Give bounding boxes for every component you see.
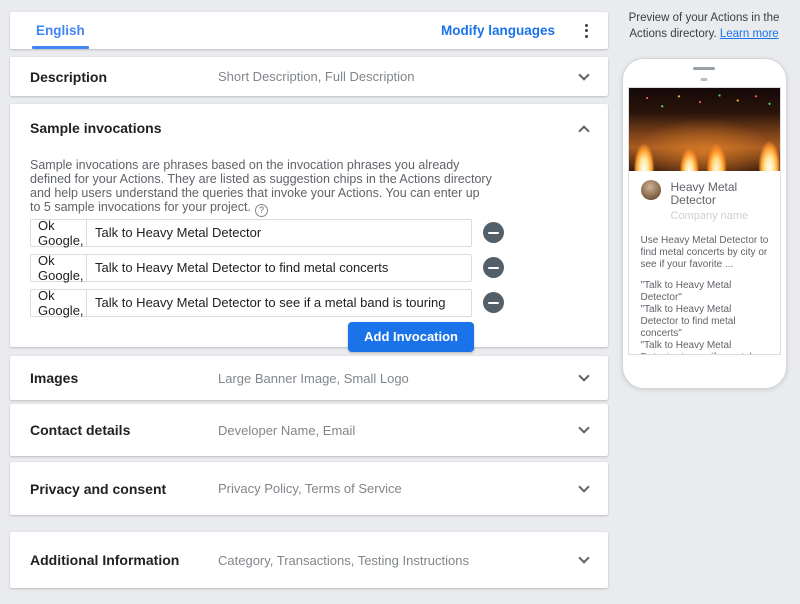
section-row-privacy-and-consent[interactable]: Privacy and consent Privacy Policy, Term… [10,462,608,515]
phone-camera-icon [700,78,708,81]
sample-invocations-header[interactable]: Sample invocations [30,119,590,137]
section-title: Privacy and consent [30,480,167,497]
modify-languages-link[interactable]: Modify languages [441,23,555,38]
ok-google-prefix: Ok Google, [30,218,87,248]
chevron-down-icon[interactable] [578,422,590,434]
chevron-down-icon[interactable] [578,370,590,382]
remove-invocation-button[interactable] [483,292,504,313]
add-invocation-row: Add Invocation [30,321,474,352]
chevron-down-icon[interactable] [578,552,590,564]
invocation-row: Ok Google, [30,288,588,318]
invocation-input-2[interactable] [87,253,472,282]
invocation-input-1[interactable] [87,218,472,247]
page: English Modify languages Description Sho… [0,0,800,588]
language-tabbar: English Modify languages [10,12,608,49]
company-name-placeholder: Company name [670,210,749,222]
sample-invocation-quotes: "Talk to Heavy Metal Detector" "Talk to … [640,280,770,354]
preview-panel: Preview of your Actions in the Actions d… [608,0,800,588]
quote-line: "Talk to Heavy Metal Detector to see if … [640,340,752,354]
section-row-contact-details[interactable]: Contact details Developer Name, Email [10,404,608,456]
main-column: English Modify languages Description Sho… [10,12,608,588]
quote-line: "Talk to Heavy Metal Detector to find me… [640,304,736,339]
quote-line: "Talk to Heavy Metal Detector" [640,280,732,303]
add-invocation-button[interactable]: Add Invocation [348,321,474,352]
section-subtitle: Category, Transactions, Testing Instruct… [218,552,469,568]
section-subtitle: Privacy Policy, Terms of Service [218,481,402,496]
section-row-images[interactable]: Images Large Banner Image, Small Logo [10,356,608,400]
ok-google-prefix: Ok Google, [30,288,87,318]
tab-english[interactable]: English [32,12,89,49]
section-subtitle: Short Description, Full Description [218,69,415,84]
remove-invocation-button[interactable] [483,222,504,243]
invocation-input-3[interactable] [87,288,472,317]
more-options-kebab-icon[interactable] [579,20,594,42]
phone-screen: Heavy Metal Detector Company name Use He… [627,87,781,355]
sample-invocations-help-text: Sample invocations are phrases based on … [30,158,492,217]
phone-mockup: Heavy Metal Detector Company name Use He… [621,58,787,389]
section-title: Additional Information [30,552,180,568]
learn-more-link[interactable]: Learn more [720,28,779,40]
chevron-down-icon[interactable] [578,480,590,493]
section-subtitle: Developer Name, Email [218,422,356,438]
section-title: Description [30,68,108,85]
invocation-row: Ok Google, [30,253,588,283]
remove-invocation-button[interactable] [483,257,504,278]
section-title: Images [30,370,79,386]
app-title-block: Heavy Metal Detector Company name [670,180,768,223]
section-title: Sample invocations [30,120,162,136]
section-title: Contact details [30,422,131,438]
phone-speaker-icon [693,67,715,70]
section-sample-invocations: Sample invocations Sample invocations ar… [10,104,608,352]
tab-english-label: English [36,23,85,38]
preview-caption: Preview of your Actions in the Actions d… [611,10,797,42]
section-subtitle: Large Banner Image, Small Logo [218,370,409,386]
banner-image [628,88,780,171]
app-title: Heavy Metal Detector [670,180,738,207]
app-header: Heavy Metal Detector Company name [640,180,768,223]
section-row-additional-information[interactable]: Additional Information Category, Transac… [10,532,608,588]
section-row-description[interactable]: Description Short Description, Full Desc… [10,57,608,96]
chevron-down-icon[interactable] [578,68,590,81]
app-description: Use Heavy Metal Detector to find metal c… [640,235,769,270]
chevron-up-icon[interactable] [578,124,590,137]
app-logo-avatar [640,180,661,200]
help-icon[interactable]: ? [254,203,268,217]
invocation-row: Ok Google, [30,218,588,248]
ok-google-prefix: Ok Google, [30,253,87,283]
